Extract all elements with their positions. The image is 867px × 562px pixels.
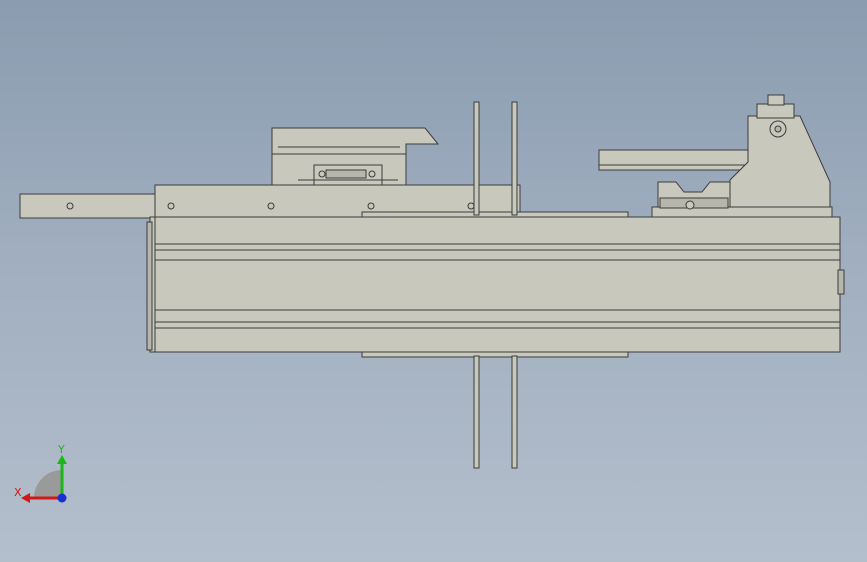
cad-viewport[interactable]: X Y — [0, 0, 867, 562]
clamp-top-nut — [767, 94, 785, 106]
bracket-left-bottom — [473, 355, 480, 469]
triad-plane — [34, 470, 62, 498]
bolt-hole — [66, 202, 74, 210]
y-axis-label: Y — [57, 443, 65, 456]
bolt-hole — [267, 202, 275, 210]
clamp-top-block — [756, 103, 795, 119]
top-slider-strip — [361, 211, 629, 218]
left-extension-plate — [19, 193, 156, 219]
bolt-hole — [368, 170, 376, 178]
bracket-right-top — [511, 101, 518, 216]
bolt-hole — [685, 200, 695, 210]
bolt-hole — [318, 170, 326, 178]
linear-module-drawing[interactable] — [0, 0, 867, 562]
rail-body — [149, 216, 841, 353]
bottom-slider-strip — [361, 351, 629, 358]
adjust-screw-center — [774, 125, 782, 133]
coupler-slot — [325, 169, 367, 179]
y-axis-arrow — [57, 455, 67, 464]
x-axis-arrow — [21, 493, 30, 503]
motor-cover — [271, 127, 440, 155]
bracket-right-bottom — [511, 355, 518, 469]
coordinate-triad: X Y — [14, 443, 67, 503]
x-axis-label: X — [14, 486, 22, 499]
end-cap-right — [837, 269, 845, 295]
bracket-left-top — [473, 101, 480, 216]
bolt-hole — [467, 202, 475, 210]
z-axis-dot — [57, 493, 67, 503]
bolt-hole — [167, 202, 175, 210]
end-cap-left — [146, 221, 153, 351]
bolt-hole — [367, 202, 375, 210]
